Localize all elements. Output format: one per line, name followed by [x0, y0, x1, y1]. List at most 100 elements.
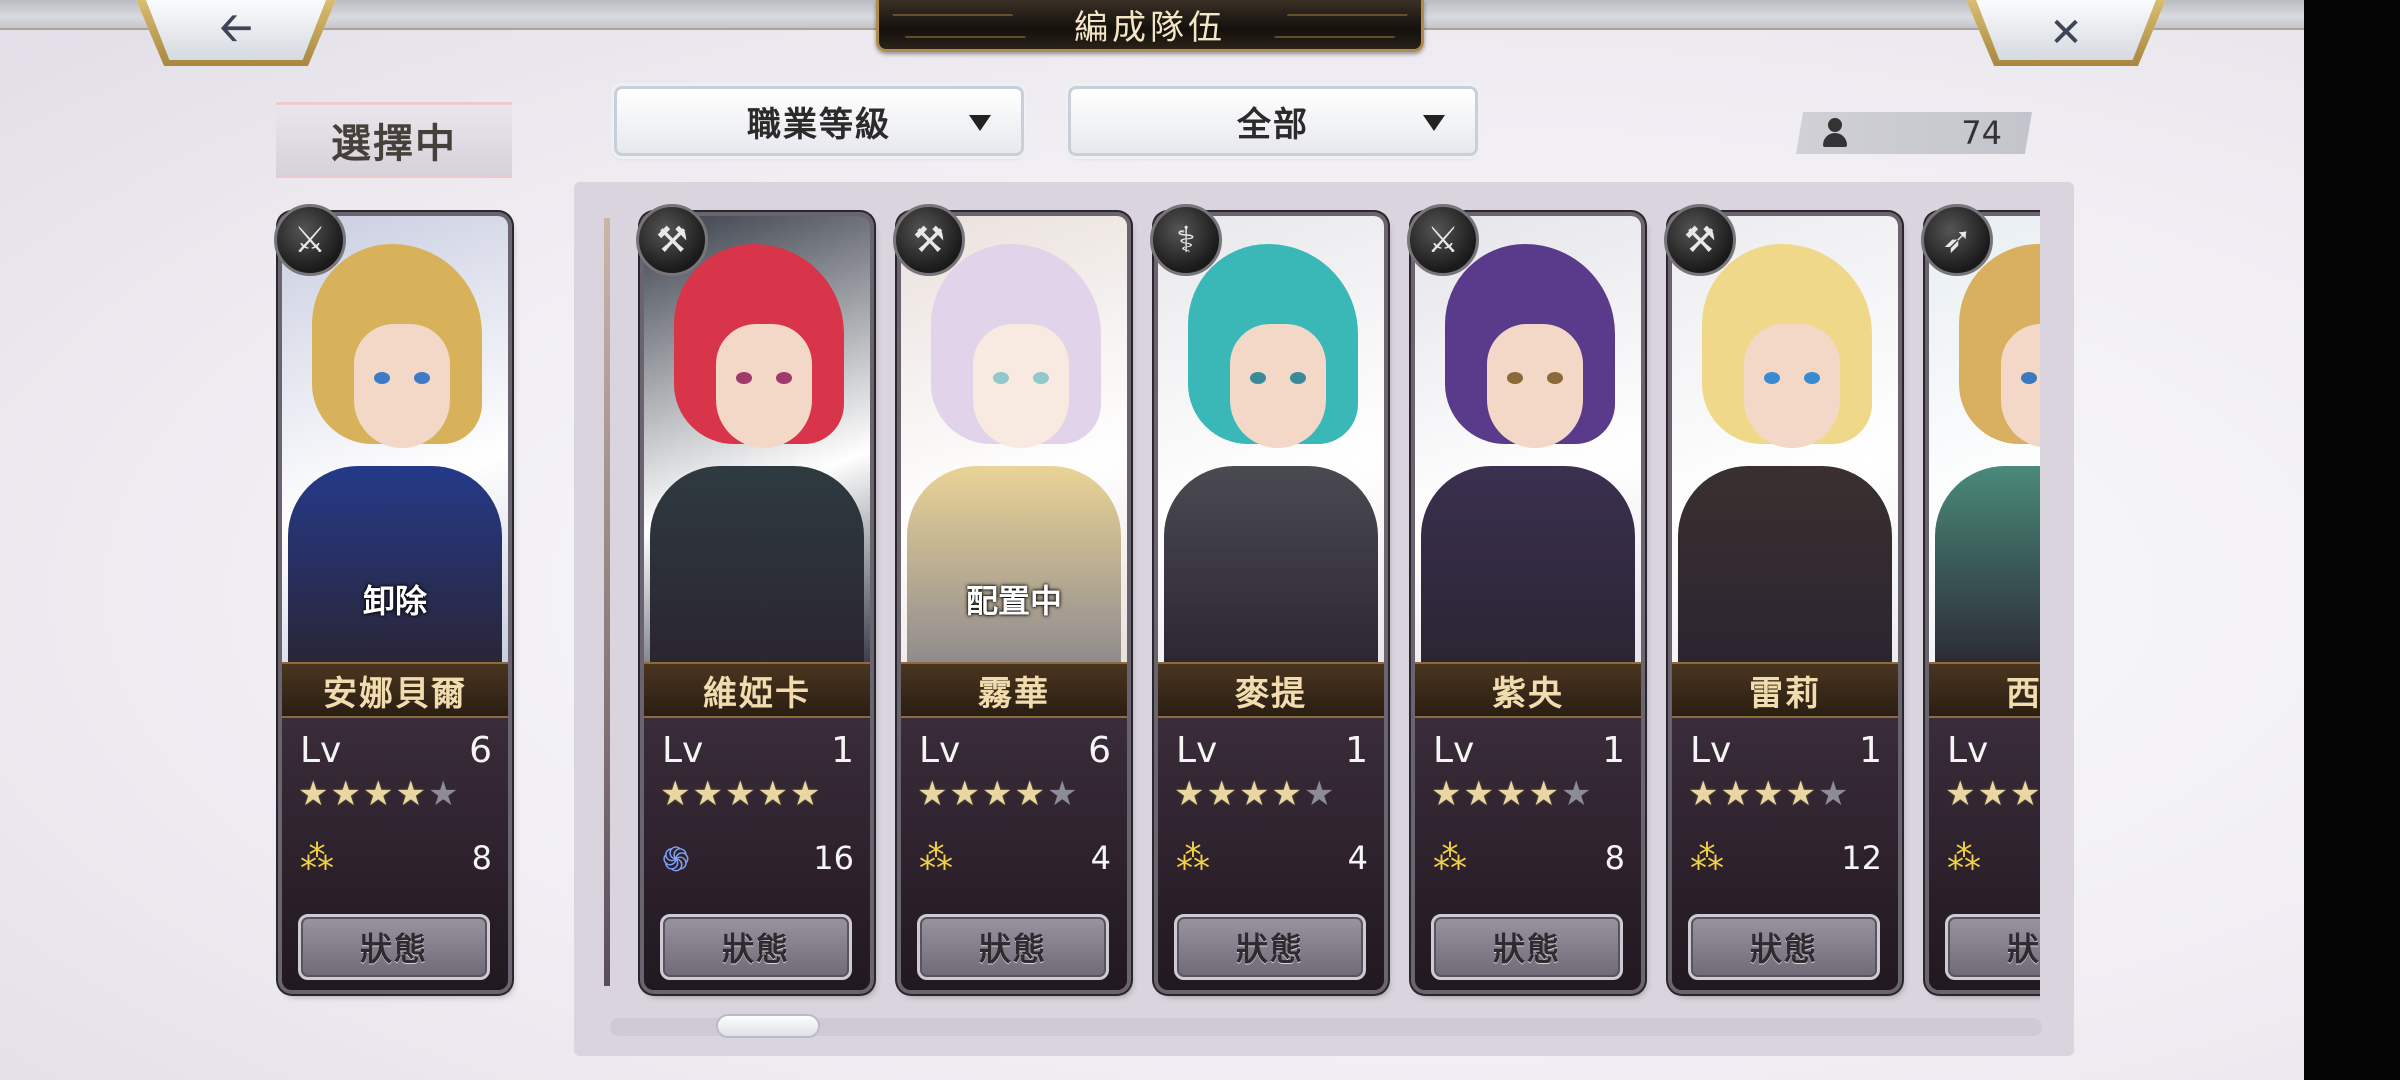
unit-stats: Lv★★★★★ ⁂ 狀態 [1929, 718, 2040, 990]
level-row: Lv 1 [1690, 729, 1882, 771]
resource-row: ⁂ 8 [300, 836, 492, 880]
unit-stats: Lv 1 ★★★★★ ⁂ 8 狀態 [1415, 718, 1641, 990]
unit-portrait [1415, 216, 1641, 662]
wing-icon: ⁂ [1947, 838, 1981, 878]
resource-value: 8 [471, 839, 492, 877]
scroll-track[interactable] [610, 1018, 2042, 1036]
rarity-stars: ★★★★★ [1688, 774, 1850, 814]
status-button[interactable]: 狀態 [660, 914, 852, 980]
rarity-stars: ★★★★★ [298, 774, 460, 814]
remove-label[interactable]: 卸除 [282, 576, 508, 622]
star-icon: ★ [1977, 774, 2010, 814]
screen-edge [2304, 0, 2400, 1080]
unit-stats: Lv 6 ★★★★★ ⁂ 8 狀態 [282, 718, 508, 990]
level-value: 1 [831, 729, 854, 771]
star-icon: ★ [1014, 774, 1047, 814]
level-label: Lv [300, 729, 342, 771]
resource-value: 12 [1841, 839, 1882, 877]
unit-card[interactable]: ⚒ 雷莉 Lv 1 ★★★★★ ⁂ 12 狀態 [1664, 204, 1898, 990]
filter-all-dropdown[interactable]: 全部 [1068, 86, 1478, 156]
star-icon: ★ [427, 774, 461, 814]
star-icon: ★ [1271, 774, 1304, 814]
rarity-stars: ★★★★★ [1945, 774, 2040, 814]
resource-value: 4 [1347, 839, 1368, 877]
unit-card[interactable]: ➶ 西嫁 Lv★★★★★ ⁂ 狀態 [1921, 204, 2040, 990]
resource-row: ֍ 16 [662, 836, 854, 880]
staff-icon: ⚕ [1150, 204, 1222, 276]
resource-row: ⁂ [1947, 836, 2040, 880]
unit-card[interactable]: ⚔ 紫央 Lv 1 ★★★★★ ⁂ 8 狀態 [1407, 204, 1641, 990]
star-icon: ★ [1785, 774, 1818, 814]
rarity-stars: ★★★★★ [917, 774, 1079, 814]
star-icon: ★ [395, 774, 428, 814]
level-value: 1 [1859, 729, 1882, 771]
level-row: Lv [1947, 730, 2040, 771]
chevron-down-icon [969, 115, 991, 131]
unit-count-value: 74 [1961, 114, 2002, 152]
status-button[interactable]: 狀態 [1431, 914, 1623, 980]
star-icon: ★ [1431, 774, 1464, 814]
unit-name: 雷莉 [1672, 662, 1898, 718]
level-label: Lv [1433, 729, 1475, 771]
level-row: Lv 6 [300, 729, 492, 771]
bow-icon: ➶ [1921, 204, 1993, 276]
star-icon: ★ [1495, 774, 1529, 814]
rarity-stars: ★★★★★ [660, 774, 822, 814]
unit-stats: Lv 1 ★★★★★ ⁂ 4 狀態 [1158, 718, 1384, 990]
unit-card[interactable]: ⚕ 麥提 Lv 1 ★★★★★ ⁂ 4 狀態 [1150, 204, 1384, 990]
scroll-thumb[interactable] [716, 1014, 821, 1038]
unit-name: 麥提 [1158, 662, 1384, 718]
status-button[interactable]: 狀態 [1688, 914, 1880, 980]
page-title: 編成隊伍 [876, 0, 1424, 52]
unit-name: 西嫁 [1929, 662, 2040, 718]
level-row: Lv 1 [662, 729, 854, 771]
status-button[interactable]: 狀態 [1945, 914, 2040, 980]
star-icon: ★ [917, 774, 950, 814]
unit-count: 74 [1796, 112, 2032, 154]
star-icon: ★ [330, 774, 363, 814]
star-icon: ★ [724, 774, 758, 814]
unit-name: 安娜貝爾 [282, 662, 508, 718]
star-icon: ★ [660, 774, 693, 814]
swirl-icon: ֍ [662, 840, 690, 880]
star-icon: ★ [2009, 774, 2040, 814]
hammer-icon: ⚒ [636, 204, 708, 276]
selected-unit-card[interactable]: 卸除 ⚔ 安娜貝爾 Lv 6 ★★★★★ ⁂ 8 狀態 [274, 204, 508, 990]
unit-name: 紫央 [1415, 662, 1641, 718]
star-icon: ★ [1720, 774, 1753, 814]
resource-value: 16 [813, 839, 854, 877]
left-arrow-icon: 🡠 [219, 5, 253, 51]
level-row: Lv 6 [919, 729, 1111, 771]
unit-portrait [644, 216, 870, 662]
star-icon: ★ [1463, 774, 1496, 814]
level-value: 6 [1088, 729, 1111, 771]
resource-row: ⁂ 12 [1690, 836, 1882, 880]
resource-value: 8 [1604, 839, 1625, 877]
unit-list[interactable]: ⚒ 維婭卡 Lv 1 ★★★★★ ֍ 16 狀態 配置中 ⚒ 霧華 Lv 6 ★★★★★ ⁂ 4 狀態 ⚕ 麥提 Lv… [574, 182, 2040, 1022]
star-icon: ★ [1238, 774, 1272, 814]
status-button[interactable]: 狀態 [1174, 914, 1366, 980]
unit-card[interactable]: ⚒ 維婭卡 Lv 1 ★★★★★ ֍ 16 狀態 [636, 204, 870, 990]
star-icon: ★ [789, 774, 823, 814]
level-label: Lv [662, 729, 704, 771]
star-icon: ★ [949, 774, 982, 814]
filter-all-dropdown-label: 全部 [1237, 104, 1309, 145]
class-level-dropdown[interactable]: 職業等級 [614, 86, 1024, 156]
axe-icon: ⚒ [1664, 204, 1736, 276]
rarity-stars: ★★★★★ [1431, 774, 1593, 814]
resource-row: ⁂ 4 [919, 836, 1111, 880]
status-button[interactable]: 狀態 [298, 914, 490, 980]
unit-stats: Lv 6 ★★★★★ ⁂ 4 狀態 [901, 718, 1127, 990]
close-icon: ✕ [2049, 10, 2083, 56]
wing-icon: ⁂ [300, 838, 334, 878]
star-icon: ★ [1752, 774, 1786, 814]
unit-name: 維婭卡 [644, 662, 870, 718]
close-button[interactable]: ✕ [1966, 0, 2166, 66]
unit-card[interactable]: 配置中 ⚒ 霧華 Lv 6 ★★★★★ ⁂ 4 狀態 [893, 204, 1127, 990]
level-row: Lv 1 [1176, 730, 1368, 771]
unit-portrait: 配置中 [901, 216, 1127, 662]
status-button[interactable]: 狀態 [917, 914, 1109, 980]
unit-portrait [1929, 216, 2040, 662]
back-button[interactable]: 🡠 [136, 0, 336, 66]
star-icon: ★ [757, 774, 790, 814]
